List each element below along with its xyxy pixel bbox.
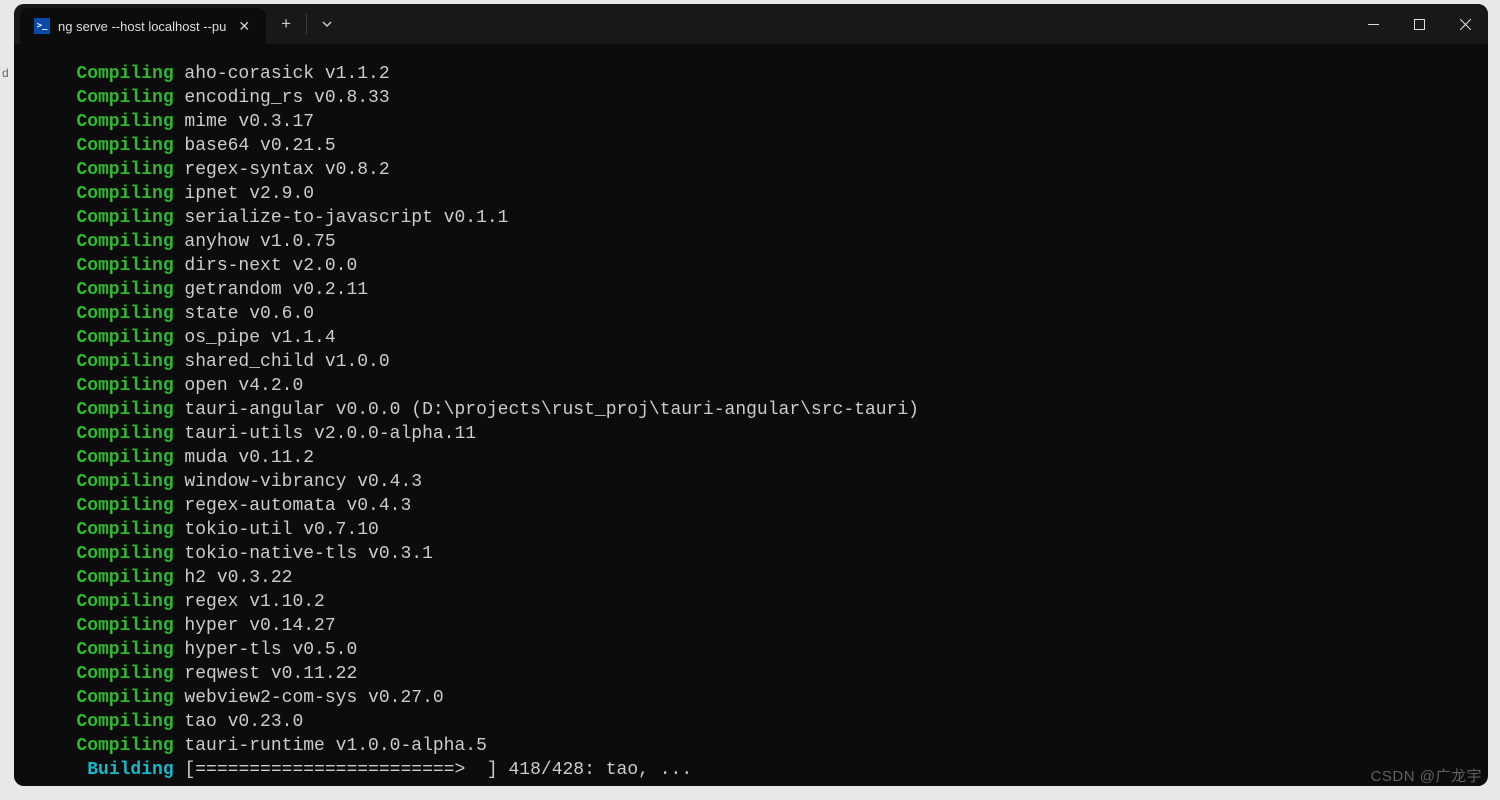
compile-line: Compiling tauri-runtime v1.0.0-alpha.5 bbox=[44, 734, 1488, 758]
titlebar: >_ ng serve --host localhost --pu ✕ + bbox=[14, 4, 1488, 44]
compiling-keyword: Compiling bbox=[76, 496, 173, 516]
compile-line: Compiling regex-automata v0.4.3 bbox=[44, 494, 1488, 518]
compile-line: Compiling anyhow v1.0.75 bbox=[44, 230, 1488, 254]
compiling-keyword: Compiling bbox=[76, 688, 173, 708]
maximize-icon bbox=[1414, 19, 1425, 30]
compiling-keyword: Compiling bbox=[76, 304, 173, 324]
compile-line: Compiling base64 v0.21.5 bbox=[44, 134, 1488, 158]
compiling-keyword: Compiling bbox=[76, 664, 173, 684]
compile-line: Compiling window-vibrancy v0.4.3 bbox=[44, 470, 1488, 494]
tab-active[interactable]: >_ ng serve --host localhost --pu ✕ bbox=[20, 8, 266, 44]
compile-line: Compiling hyper-tls v0.5.0 bbox=[44, 638, 1488, 662]
compile-line: Compiling shared_child v1.0.0 bbox=[44, 350, 1488, 374]
compile-line: Compiling serialize-to-javascript v0.1.1 bbox=[44, 206, 1488, 230]
compile-line: Compiling aho-corasick v1.1.2 bbox=[44, 62, 1488, 86]
building-keyword: Building bbox=[87, 760, 173, 780]
compiling-keyword: Compiling bbox=[76, 472, 173, 492]
compile-line: Compiling tokio-util v0.7.10 bbox=[44, 518, 1488, 542]
compile-line: Compiling tauri-angular v0.0.0 (D:\proje… bbox=[44, 398, 1488, 422]
compiling-keyword: Compiling bbox=[76, 64, 173, 84]
compile-line: Compiling mime v0.3.17 bbox=[44, 110, 1488, 134]
compiling-keyword: Compiling bbox=[76, 328, 173, 348]
minimize-icon bbox=[1368, 19, 1379, 30]
terminal-window: >_ ng serve --host localhost --pu ✕ + bbox=[14, 4, 1488, 786]
chevron-down-icon bbox=[321, 18, 333, 30]
compile-line: Compiling tao v0.23.0 bbox=[44, 710, 1488, 734]
compile-line: Compiling state v0.6.0 bbox=[44, 302, 1488, 326]
compile-line: Compiling hyper v0.14.27 bbox=[44, 614, 1488, 638]
compile-line: Compiling getrandom v0.2.11 bbox=[44, 278, 1488, 302]
compile-line: Compiling tokio-native-tls v0.3.1 bbox=[44, 542, 1488, 566]
tab-dropdown-button[interactable] bbox=[307, 4, 347, 44]
compile-line: Compiling dirs-next v2.0.0 bbox=[44, 254, 1488, 278]
compiling-keyword: Compiling bbox=[76, 208, 173, 228]
compiling-keyword: Compiling bbox=[76, 352, 173, 372]
maximize-button[interactable] bbox=[1396, 4, 1442, 44]
bg-fragment: d bbox=[2, 66, 9, 80]
compiling-keyword: Compiling bbox=[76, 160, 173, 180]
compile-line: Compiling webview2-com-sys v0.27.0 bbox=[44, 686, 1488, 710]
compiling-keyword: Compiling bbox=[76, 736, 173, 756]
compile-line: Compiling ipnet v2.9.0 bbox=[44, 182, 1488, 206]
compiling-keyword: Compiling bbox=[76, 568, 173, 588]
compiling-keyword: Compiling bbox=[76, 376, 173, 396]
compile-line: Compiling regex v1.10.2 bbox=[44, 590, 1488, 614]
compiling-keyword: Compiling bbox=[76, 520, 173, 540]
compiling-keyword: Compiling bbox=[76, 280, 173, 300]
titlebar-spacer[interactable] bbox=[347, 4, 1350, 44]
compiling-keyword: Compiling bbox=[76, 712, 173, 732]
compile-line: Compiling tauri-utils v2.0.0-alpha.11 bbox=[44, 422, 1488, 446]
compile-line: Compiling h2 v0.3.22 bbox=[44, 566, 1488, 590]
close-window-button[interactable] bbox=[1442, 4, 1488, 44]
compiling-keyword: Compiling bbox=[76, 400, 173, 420]
compiling-keyword: Compiling bbox=[76, 112, 173, 132]
compiling-keyword: Compiling bbox=[76, 592, 173, 612]
minimize-button[interactable] bbox=[1350, 4, 1396, 44]
terminal-output[interactable]: Compiling aho-corasick v1.1.2 Compiling … bbox=[14, 44, 1488, 786]
compiling-keyword: Compiling bbox=[76, 640, 173, 660]
compile-line: Compiling muda v0.11.2 bbox=[44, 446, 1488, 470]
watermark: CSDN @广龙宇 bbox=[1371, 765, 1482, 786]
compile-line: Compiling os_pipe v1.1.4 bbox=[44, 326, 1488, 350]
window-controls bbox=[1350, 4, 1488, 44]
close-icon bbox=[1460, 19, 1471, 30]
compiling-keyword: Compiling bbox=[76, 88, 173, 108]
compiling-keyword: Compiling bbox=[76, 232, 173, 252]
compiling-keyword: Compiling bbox=[76, 616, 173, 636]
compiling-keyword: Compiling bbox=[76, 424, 173, 444]
new-tab-button[interactable]: + bbox=[266, 4, 306, 44]
compile-line: Compiling encoding_rs v0.8.33 bbox=[44, 86, 1488, 110]
close-tab-icon[interactable]: ✕ bbox=[234, 16, 254, 37]
compiling-keyword: Compiling bbox=[76, 136, 173, 156]
compile-line: Compiling regex-syntax v0.8.2 bbox=[44, 158, 1488, 182]
compile-line: Compiling open v4.2.0 bbox=[44, 374, 1488, 398]
compile-line: Compiling reqwest v0.11.22 bbox=[44, 662, 1488, 686]
powershell-icon: >_ bbox=[34, 18, 50, 34]
compiling-keyword: Compiling bbox=[76, 256, 173, 276]
tab-title: ng serve --host localhost --pu bbox=[58, 19, 226, 34]
compiling-keyword: Compiling bbox=[76, 448, 173, 468]
building-line: Building [========================> ] 41… bbox=[44, 758, 1488, 782]
compiling-keyword: Compiling bbox=[76, 544, 173, 564]
compiling-keyword: Compiling bbox=[76, 184, 173, 204]
